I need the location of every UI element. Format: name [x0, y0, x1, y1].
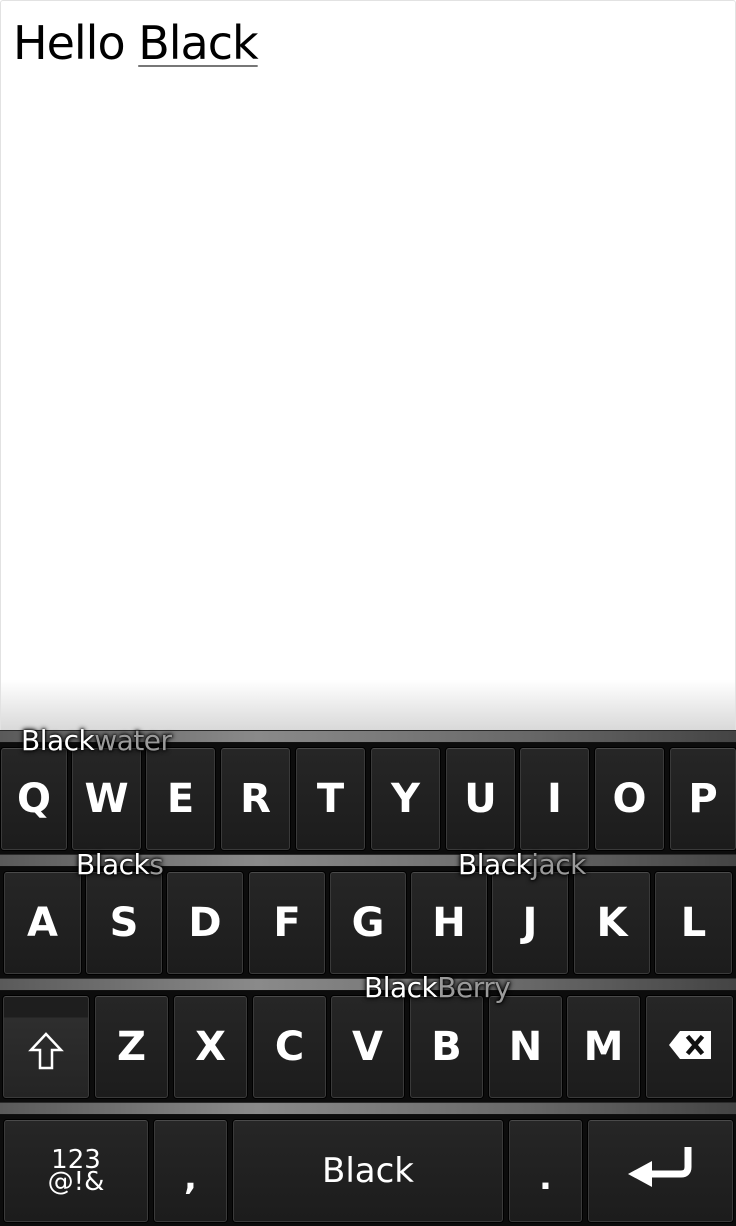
key-b[interactable]: B: [410, 996, 483, 1098]
editor-text: Hello Black: [13, 15, 259, 71]
key-y[interactable]: Y: [371, 748, 440, 850]
key-u[interactable]: U: [446, 748, 515, 850]
key-n[interactable]: N: [489, 996, 562, 1098]
shift-arrow-icon: [28, 1031, 64, 1081]
suggestion-blacks[interactable]: Blacks: [76, 850, 164, 880]
enter-return-icon: [626, 1145, 696, 1197]
suggestion-bar-4: [0, 1102, 736, 1115]
key-p[interactable]: P: [670, 748, 736, 850]
key-d[interactable]: D: [167, 872, 243, 974]
key-f[interactable]: F: [249, 872, 325, 974]
key-x[interactable]: X: [174, 996, 247, 1098]
text-editor[interactable]: Hello Black: [0, 0, 736, 731]
backspace-icon: [668, 1024, 712, 1070]
space-key[interactable]: Black: [233, 1120, 503, 1222]
suggestion-blackwater[interactable]: Blackwater: [21, 726, 172, 756]
key-l[interactable]: L: [655, 872, 732, 974]
composing-word: Black: [138, 16, 258, 70]
key-r[interactable]: R: [221, 748, 290, 850]
key-i[interactable]: I: [520, 748, 589, 850]
period-key[interactable]: .: [509, 1120, 582, 1222]
key-o[interactable]: O: [595, 748, 664, 850]
key-t[interactable]: T: [296, 748, 365, 850]
key-e[interactable]: E: [146, 748, 215, 850]
virtual-keyboard: Q W E R T Y U I O P A S D F G H J K L Z …: [0, 726, 736, 1226]
key-k[interactable]: K: [574, 872, 650, 974]
key-h[interactable]: H: [411, 872, 487, 974]
key-m[interactable]: M: [567, 996, 640, 1098]
committed-text: Hello: [13, 16, 139, 70]
key-j[interactable]: J: [492, 872, 568, 974]
suggestion-blackberry[interactable]: BlackBerry: [364, 973, 511, 1003]
comma-key[interactable]: ,: [154, 1120, 227, 1222]
symbols-key[interactable]: 123 @!&: [4, 1120, 148, 1222]
shift-key[interactable]: [3, 996, 89, 1098]
key-v[interactable]: V: [331, 996, 404, 1098]
key-c[interactable]: C: [253, 996, 326, 1098]
key-s[interactable]: S: [86, 872, 162, 974]
key-g[interactable]: G: [330, 872, 406, 974]
suggestion-blackjack[interactable]: Blackjack: [458, 850, 586, 880]
key-a[interactable]: A: [4, 872, 81, 974]
enter-key[interactable]: [588, 1120, 733, 1222]
backspace-key[interactable]: [646, 996, 733, 1098]
key-z[interactable]: Z: [95, 996, 168, 1098]
key-w[interactable]: W: [72, 748, 141, 850]
key-q[interactable]: Q: [1, 748, 67, 850]
